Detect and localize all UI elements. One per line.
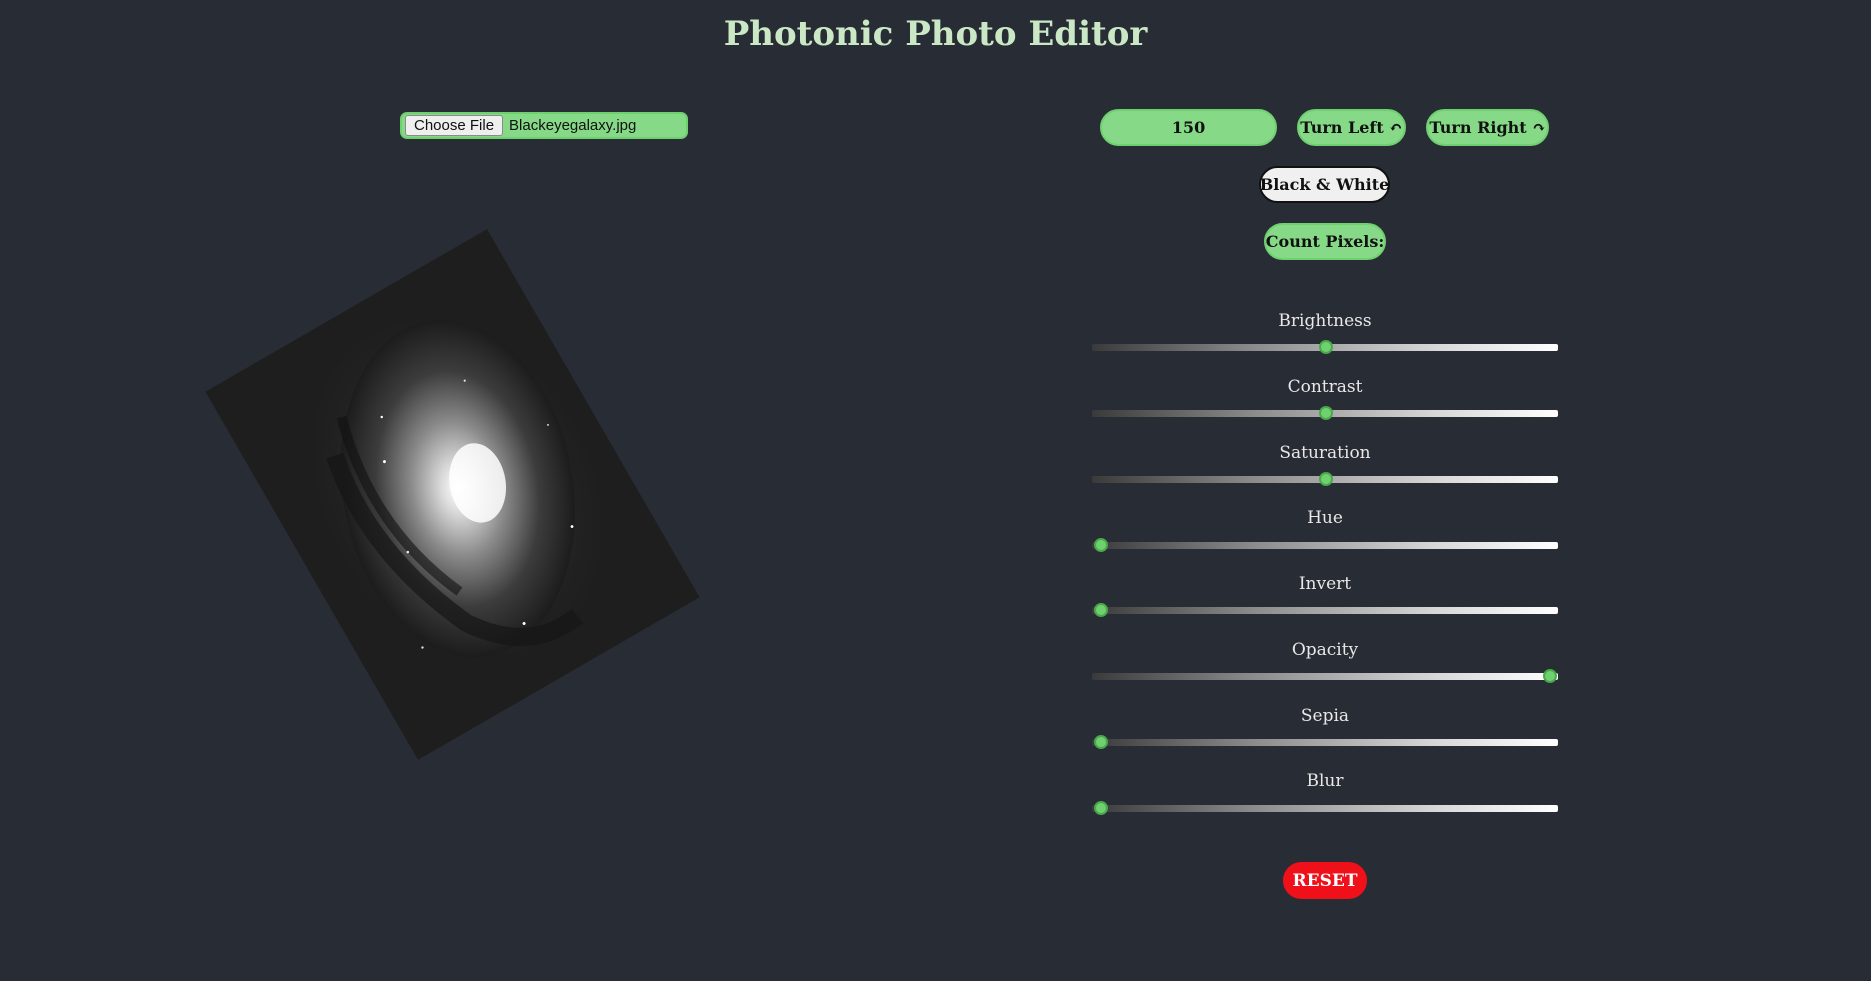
slider-contrast[interactable]: [1092, 406, 1558, 420]
slider-thumb-opacity[interactable]: [1543, 669, 1557, 683]
choose-file-button[interactable]: Choose File: [405, 115, 504, 136]
slider-label-hue: Hue: [1307, 508, 1343, 528]
slider-label-invert: Invert: [1298, 574, 1352, 594]
black-white-button[interactable]: Black & White: [1259, 166, 1390, 203]
slider-blur[interactable]: [1092, 801, 1558, 815]
page-title: Photonic Photo Editor: [723, 14, 1148, 54]
slider-thumb-sepia[interactable]: [1094, 735, 1108, 749]
galaxy-image: [205, 229, 700, 760]
slider-hue[interactable]: [1092, 538, 1558, 552]
size-input[interactable]: 150: [1100, 109, 1277, 146]
slider-thumb-contrast[interactable]: [1318, 406, 1333, 420]
edited-image: [205, 229, 700, 760]
slider-thumb-invert[interactable]: [1094, 603, 1108, 617]
file-input[interactable]: Choose File Blackeyegalaxy.jpg: [400, 112, 688, 139]
turn-left-button[interactable]: Turn Left ↶: [1297, 109, 1406, 146]
slider-label-opacity: Opacity: [1291, 640, 1359, 660]
slider-label-blur: Blur: [1306, 771, 1344, 791]
slider-label-contrast: Contrast: [1287, 377, 1363, 397]
slider-label-sepia: Sepia: [1300, 706, 1350, 726]
slider-thumb-saturation[interactable]: [1318, 472, 1333, 486]
slider-sepia[interactable]: [1092, 735, 1558, 749]
slider-label-brightness: Brightness: [1278, 311, 1372, 331]
slider-thumb-blur[interactable]: [1094, 801, 1108, 815]
count-pixels-button[interactable]: Count Pixels:: [1264, 223, 1386, 260]
reset-button[interactable]: RESET: [1283, 862, 1367, 899]
slider-brightness[interactable]: [1092, 340, 1558, 354]
turn-right-button[interactable]: Turn Right ↷: [1426, 109, 1549, 146]
slider-saturation[interactable]: [1092, 472, 1558, 486]
slider-opacity[interactable]: [1092, 669, 1558, 683]
slider-invert[interactable]: [1092, 603, 1558, 617]
slider-label-saturation: Saturation: [1279, 443, 1371, 463]
file-name: Blackeyegalaxy.jpg: [509, 117, 637, 134]
slider-thumb-hue[interactable]: [1094, 538, 1108, 552]
slider-thumb-brightness[interactable]: [1318, 340, 1333, 354]
